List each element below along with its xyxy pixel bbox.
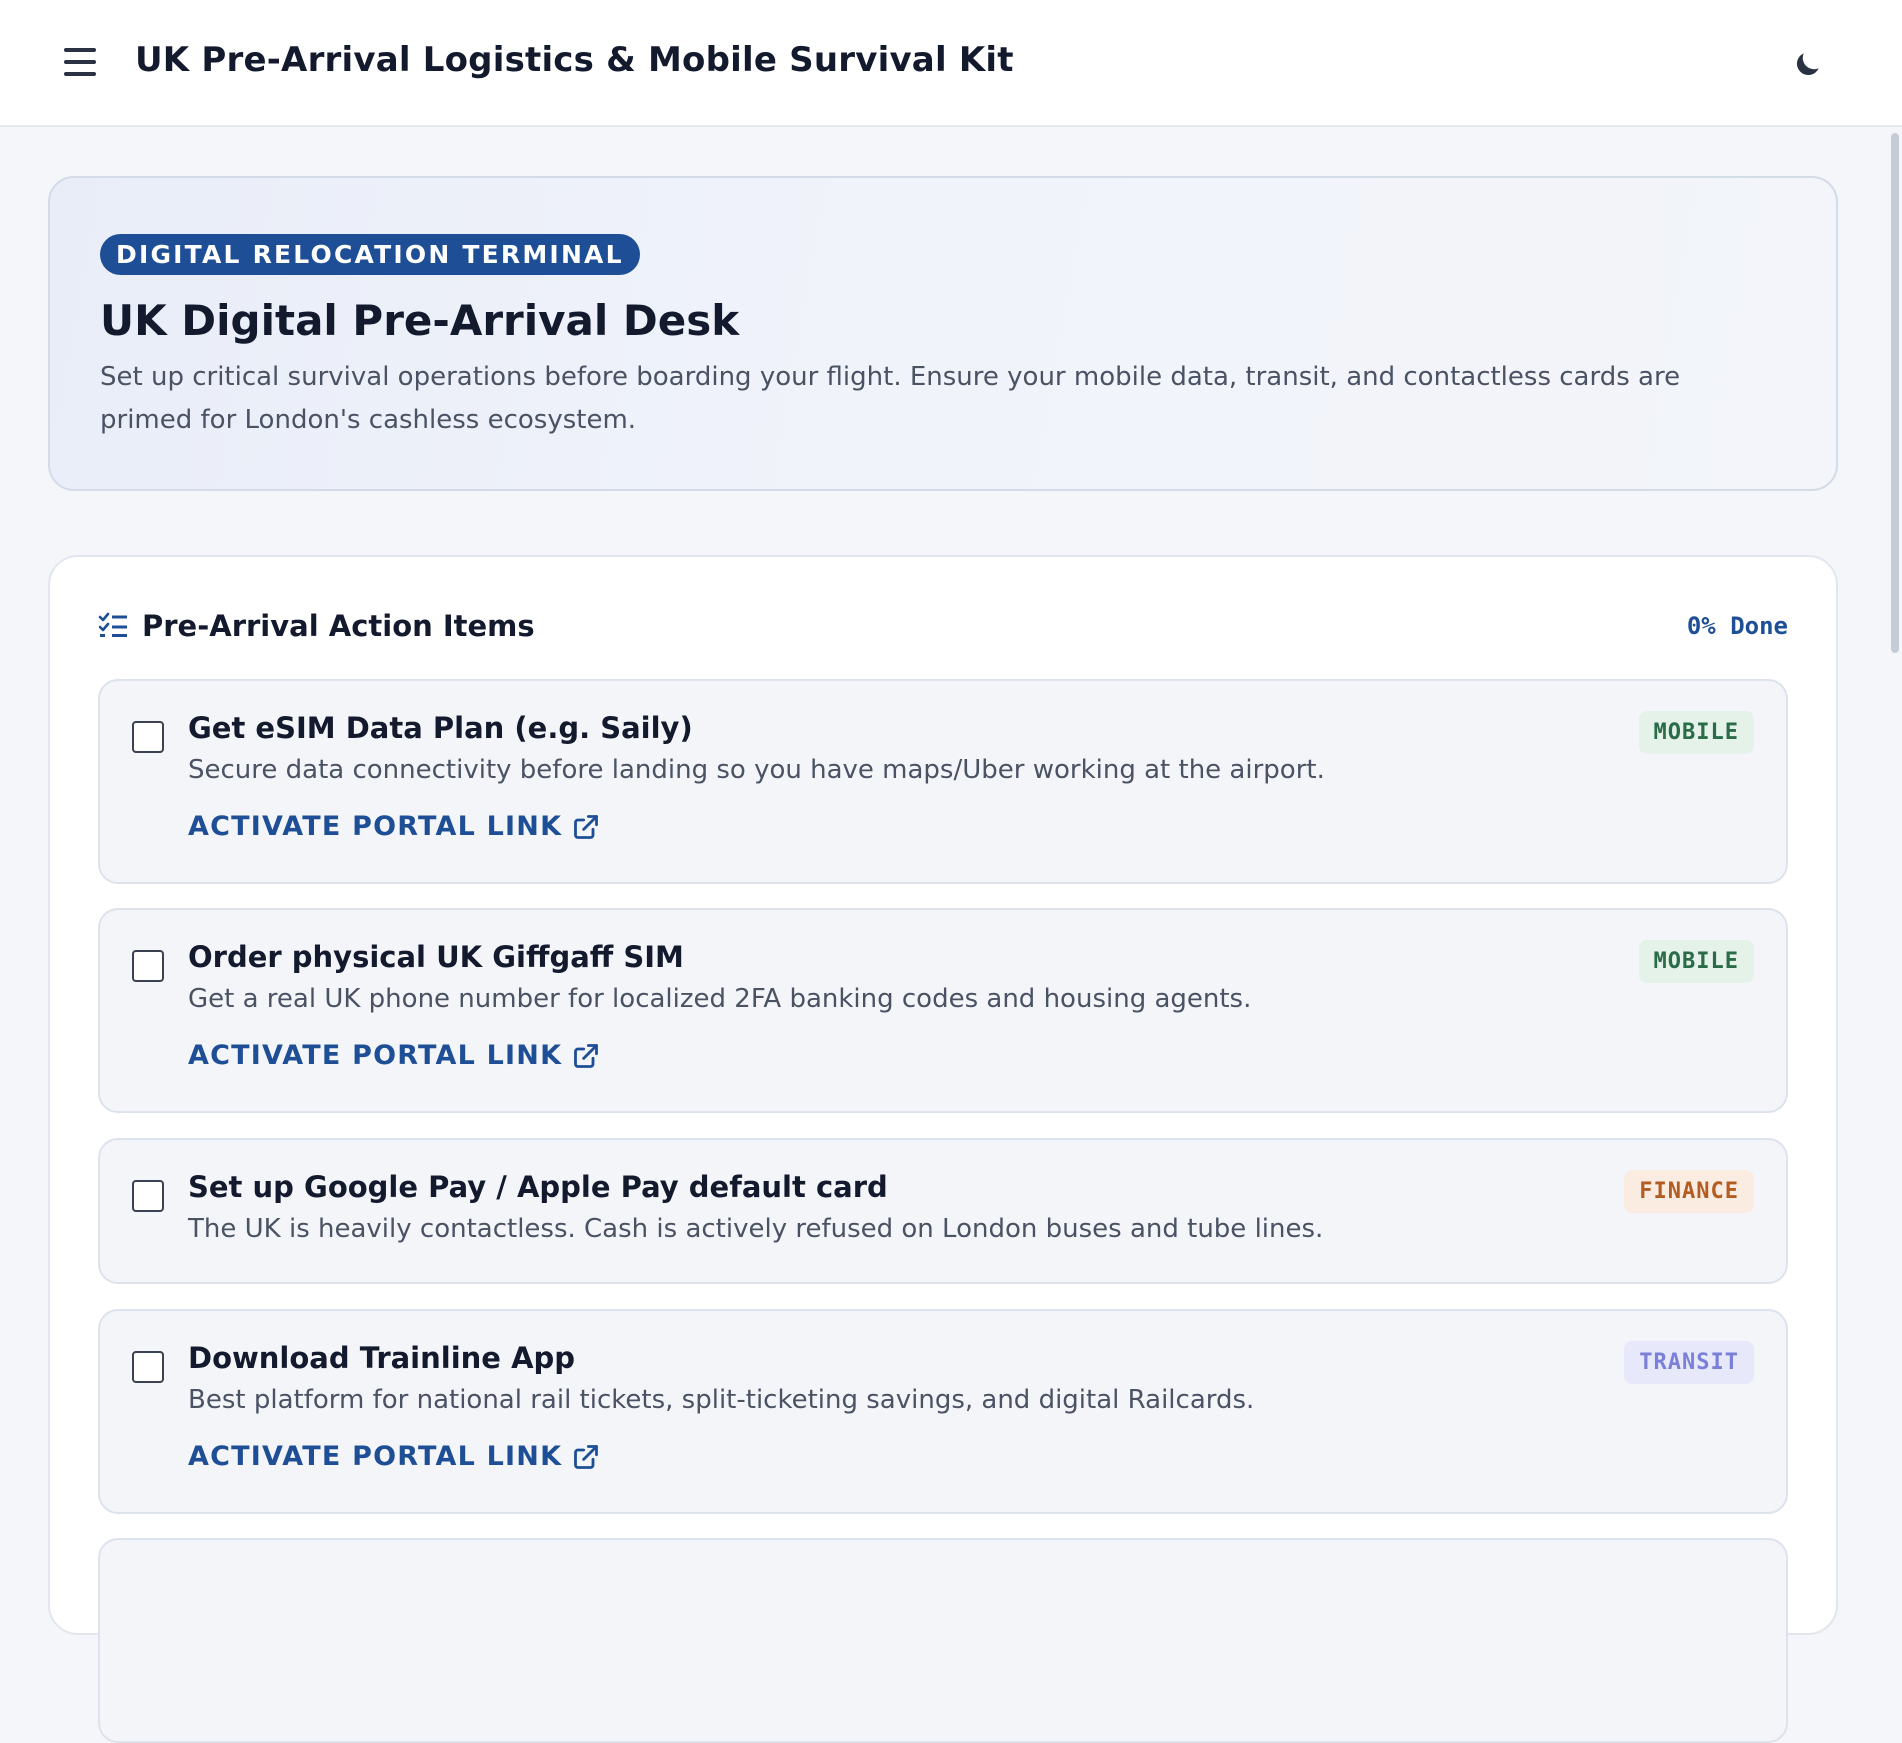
category-tag: FINANCE bbox=[1624, 1170, 1754, 1213]
task-checkbox[interactable] bbox=[132, 1180, 164, 1212]
activate-portal-link[interactable]: ACTIVATE PORTAL LINK bbox=[188, 1040, 600, 1071]
checklist-icon bbox=[98, 612, 128, 640]
hero-badge: DIGITAL RELOCATION TERMINAL bbox=[100, 234, 640, 275]
external-link-icon bbox=[574, 1444, 599, 1469]
activate-portal-link[interactable]: ACTIVATE PORTAL LINK bbox=[188, 1441, 600, 1472]
link-label: ACTIVATE PORTAL LINK bbox=[188, 1040, 563, 1071]
hero-title: UK Digital Pre-Arrival Desk bbox=[100, 296, 740, 345]
checklist-title: Pre-Arrival Action Items bbox=[142, 609, 535, 643]
progress-indicator: 0% Done bbox=[1686, 612, 1788, 640]
task-item-trainline: Download Trainline App Best platform for… bbox=[98, 1309, 1788, 1514]
category-tag: TRANSIT bbox=[1624, 1341, 1754, 1384]
task-checkbox[interactable] bbox=[132, 950, 164, 982]
task-item-contactless: Set up Google Pay / Apple Pay default ca… bbox=[98, 1138, 1788, 1284]
app-title: UK Pre-Arrival Logistics & Mobile Surviv… bbox=[135, 40, 1014, 80]
top-bar: UK Pre-Arrival Logistics & Mobile Surviv… bbox=[0, 0, 1902, 127]
task-item-giffgaff: Order physical UK Giffgaff SIM Get a rea… bbox=[98, 908, 1788, 1113]
category-tag: MOBILE bbox=[1638, 711, 1754, 754]
task-checkbox[interactable] bbox=[132, 1351, 164, 1383]
task-item-next bbox=[98, 1538, 1788, 1743]
external-link-icon bbox=[574, 814, 599, 839]
task-description: Get a real UK phone number for localized… bbox=[188, 984, 1252, 1014]
activate-portal-link[interactable]: ACTIVATE PORTAL LINK bbox=[188, 811, 600, 842]
task-title: Get eSIM Data Plan (e.g. Saily) bbox=[188, 711, 693, 745]
hero-card: DIGITAL RELOCATION TERMINAL UK Digital P… bbox=[48, 176, 1838, 491]
task-description: The UK is heavily contactless. Cash is a… bbox=[188, 1214, 1324, 1244]
checklist-panel: Pre-Arrival Action Items 0% Done Get eSI… bbox=[48, 555, 1838, 1743]
task-item-esim: Get eSIM Data Plan (e.g. Saily) Secure d… bbox=[98, 679, 1788, 884]
task-title: Set up Google Pay / Apple Pay default ca… bbox=[188, 1170, 888, 1204]
scrollbar-thumb[interactable] bbox=[1891, 133, 1899, 653]
link-label: ACTIVATE PORTAL LINK bbox=[188, 811, 563, 842]
task-description: Secure data connectivity before landing … bbox=[188, 755, 1325, 785]
hero-description: Set up critical survival operations befo… bbox=[100, 362, 1681, 435]
task-title: Order physical UK Giffgaff SIM bbox=[188, 940, 684, 974]
category-tag: MOBILE bbox=[1638, 940, 1754, 983]
task-title: Download Trainline App bbox=[188, 1341, 576, 1375]
link-label: ACTIVATE PORTAL LINK bbox=[188, 1441, 563, 1472]
moon-icon[interactable] bbox=[1792, 48, 1828, 84]
task-checkbox[interactable] bbox=[132, 721, 164, 753]
hamburger-menu-icon[interactable] bbox=[60, 46, 100, 80]
external-link-icon bbox=[574, 1043, 599, 1068]
task-description: Best platform for national rail tickets,… bbox=[188, 1385, 1255, 1415]
